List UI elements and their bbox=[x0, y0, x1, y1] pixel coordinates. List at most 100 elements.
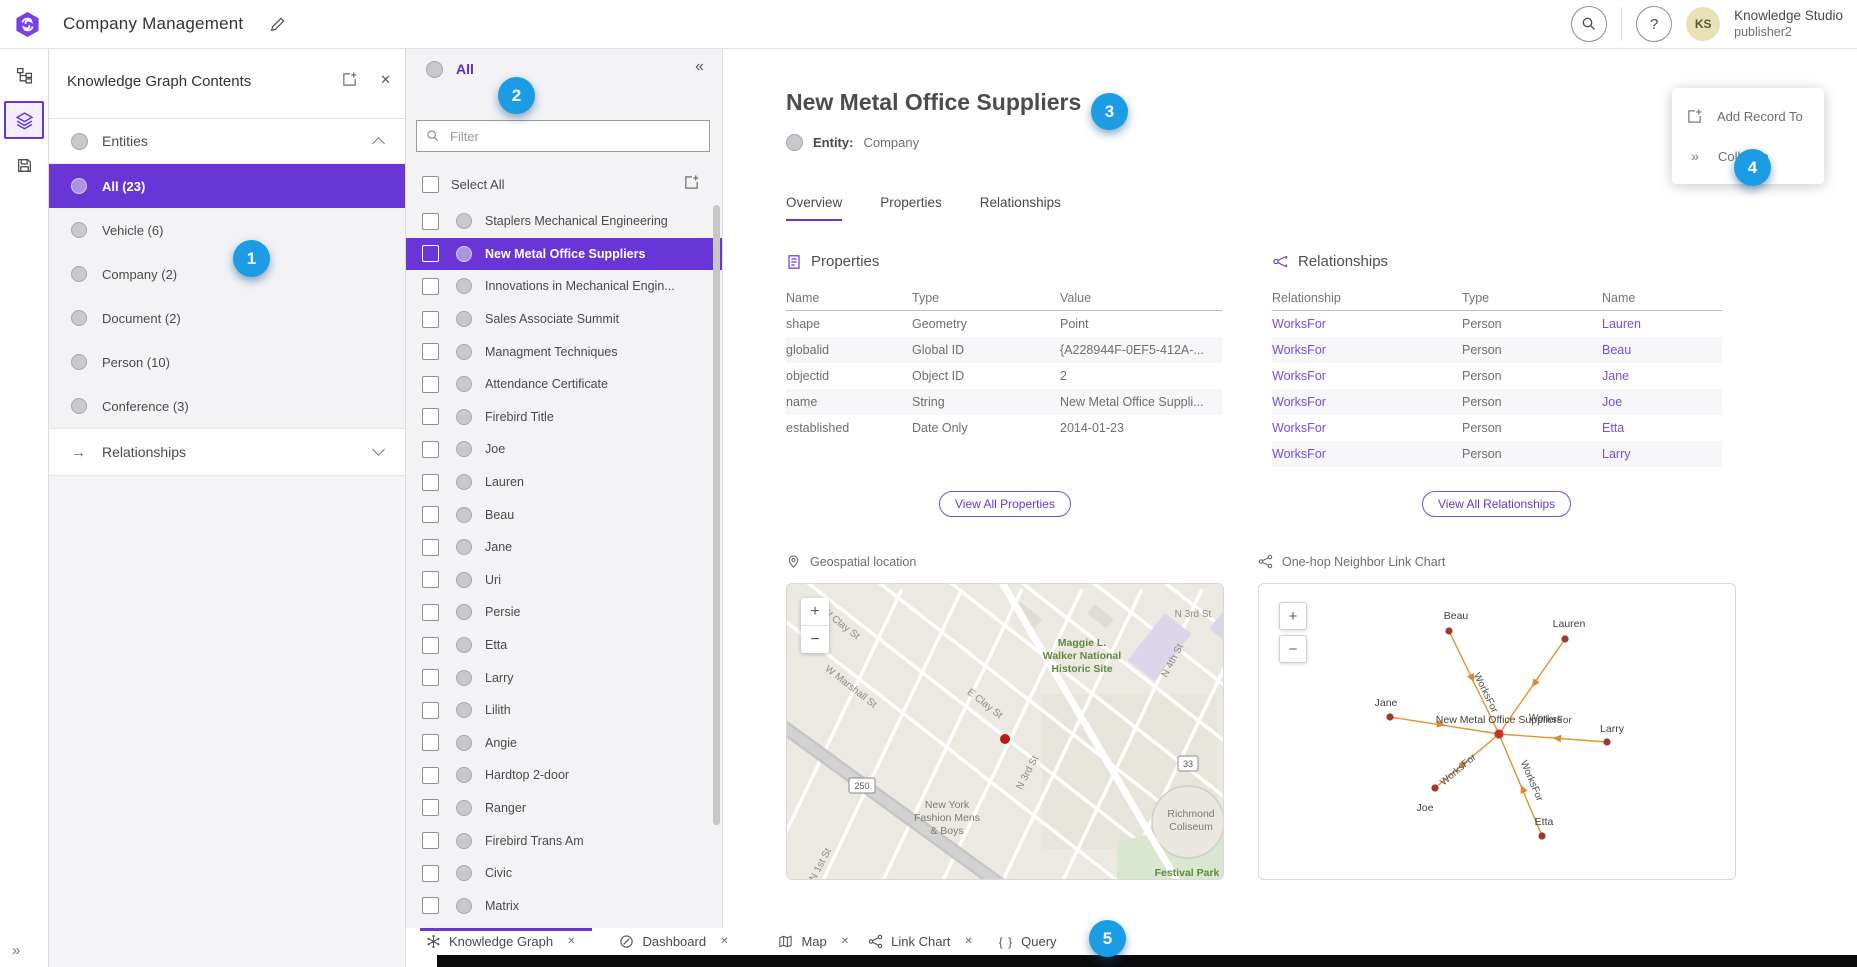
help-button[interactable]: ? bbox=[1636, 6, 1672, 42]
entities-group-header[interactable]: Entities bbox=[49, 119, 405, 164]
relationship-link[interactable]: WorksFor bbox=[1272, 343, 1462, 357]
close-tab-icon[interactable]: ✕ bbox=[720, 936, 728, 947]
item-checkbox[interactable] bbox=[422, 865, 439, 882]
tab-query[interactable]: { } Query bbox=[999, 934, 1057, 949]
entity-link[interactable]: Larry bbox=[1602, 447, 1722, 461]
account-info[interactable]: Knowledge Studio publisher2 bbox=[1734, 8, 1843, 39]
item-checkbox[interactable] bbox=[422, 832, 439, 849]
node-larry[interactable] bbox=[1603, 738, 1610, 745]
collapse-panel-icon[interactable]: « bbox=[695, 58, 704, 76]
item-checkbox[interactable] bbox=[422, 897, 439, 914]
data-model-button[interactable] bbox=[4, 56, 44, 94]
tab-properties[interactable]: Properties bbox=[880, 195, 942, 221]
layers-button[interactable] bbox=[4, 101, 44, 139]
tab-relationships[interactable]: Relationships bbox=[980, 195, 1061, 221]
item-checkbox[interactable] bbox=[422, 278, 439, 295]
item-checkbox[interactable] bbox=[422, 213, 439, 230]
select-all-checkbox[interactable] bbox=[422, 176, 439, 193]
entity-list-item[interactable]: Angie bbox=[406, 727, 722, 760]
entity-link[interactable]: Jane bbox=[1602, 369, 1722, 383]
entity-type-item[interactable]: Person (10) bbox=[49, 340, 405, 384]
entity-type-item[interactable]: Company (2) bbox=[49, 252, 405, 296]
tab-dashboard[interactable]: Dashboard ✕ bbox=[619, 934, 728, 949]
item-checkbox[interactable] bbox=[422, 637, 439, 654]
item-checkbox[interactable] bbox=[422, 669, 439, 686]
item-checkbox[interactable] bbox=[422, 734, 439, 751]
close-tab-icon[interactable]: ✕ bbox=[841, 936, 849, 947]
close-tab-icon[interactable]: ✕ bbox=[567, 936, 575, 947]
add-record-icon[interactable] bbox=[341, 71, 358, 88]
item-checkbox[interactable] bbox=[422, 767, 439, 784]
item-checkbox[interactable] bbox=[422, 408, 439, 425]
entity-list-item[interactable]: Hardtop 2-door bbox=[406, 759, 722, 792]
item-checkbox[interactable] bbox=[422, 441, 439, 458]
scrollbar-thumb[interactable] bbox=[713, 205, 720, 825]
entity-type-item[interactable]: All (23) bbox=[49, 164, 405, 208]
entity-list-item[interactable]: Ranger bbox=[406, 792, 722, 825]
entity-list-item[interactable]: Staplers Mechanical Engineering bbox=[406, 205, 722, 238]
zoom-in-button[interactable]: + bbox=[1279, 602, 1307, 630]
node-etta[interactable] bbox=[1538, 832, 1545, 839]
entity-link[interactable]: Etta bbox=[1602, 421, 1722, 435]
entity-list-item[interactable]: Etta bbox=[406, 629, 722, 662]
entity-list-item[interactable]: Civic bbox=[406, 857, 722, 890]
zoom-out-button[interactable]: − bbox=[801, 626, 829, 653]
item-checkbox[interactable] bbox=[422, 376, 439, 393]
select-all-row[interactable]: Select All bbox=[406, 170, 722, 198]
relationships-group-header[interactable]: → Relationships bbox=[49, 428, 405, 476]
tab-link-chart[interactable]: Link Chart ✕ bbox=[868, 934, 973, 949]
entity-list-item[interactable]: New Metal Office Suppliers bbox=[406, 238, 722, 271]
item-checkbox[interactable] bbox=[422, 539, 439, 556]
item-checkbox[interactable] bbox=[422, 474, 439, 491]
save-button[interactable] bbox=[4, 146, 44, 184]
relationship-link[interactable]: WorksFor bbox=[1272, 369, 1462, 383]
entity-link[interactable]: Lauren bbox=[1602, 317, 1722, 331]
add-record-icon[interactable] bbox=[683, 174, 700, 191]
relationship-link[interactable]: WorksFor bbox=[1272, 447, 1462, 461]
zoom-out-button[interactable]: − bbox=[1279, 635, 1307, 663]
entity-list-item[interactable]: Matrix bbox=[406, 889, 722, 922]
entity-list-item[interactable]: Persie bbox=[406, 596, 722, 629]
entity-list-item[interactable]: Firebird Trans Am bbox=[406, 824, 722, 857]
view-all-relationships-button[interactable]: View All Relationships bbox=[1422, 491, 1571, 517]
tab-overview[interactable]: Overview bbox=[786, 195, 842, 221]
entity-link[interactable]: Joe bbox=[1602, 395, 1722, 409]
entity-type-item[interactable]: Document (2) bbox=[49, 296, 405, 340]
menu-item-add-record-to[interactable]: Add Record To bbox=[1672, 96, 1824, 136]
map-card[interactable]: + − bbox=[786, 583, 1224, 880]
entity-list-item[interactable]: Larry bbox=[406, 661, 722, 694]
entity-list-item[interactable]: Joe bbox=[406, 433, 722, 466]
expand-rail-icon[interactable]: » bbox=[12, 942, 20, 959]
node-lauren[interactable] bbox=[1561, 635, 1568, 642]
avatar[interactable]: KS bbox=[1686, 7, 1720, 41]
item-checkbox[interactable] bbox=[422, 604, 439, 621]
relationship-link[interactable]: WorksFor bbox=[1272, 395, 1462, 409]
tab-map[interactable]: Map ✕ bbox=[778, 934, 849, 949]
close-tab-icon[interactable]: ✕ bbox=[964, 936, 972, 947]
entity-list-item[interactable]: Firebird Title bbox=[406, 401, 722, 434]
entity-list-item[interactable]: Uri bbox=[406, 564, 722, 597]
entity-list-item[interactable]: Jane bbox=[406, 531, 722, 564]
node-joe[interactable] bbox=[1431, 784, 1438, 791]
entity-list-item[interactable]: Managment Techniques bbox=[406, 335, 722, 368]
node-center[interactable] bbox=[1494, 729, 1503, 738]
node-beau[interactable] bbox=[1445, 627, 1452, 634]
zoom-in-button[interactable]: + bbox=[801, 598, 829, 626]
item-checkbox[interactable] bbox=[422, 245, 439, 262]
item-checkbox[interactable] bbox=[422, 506, 439, 523]
edit-title-icon[interactable] bbox=[269, 16, 286, 33]
entity-list-item[interactable]: Beau bbox=[406, 498, 722, 531]
filter-input[interactable] bbox=[448, 128, 709, 145]
item-checkbox[interactable] bbox=[422, 343, 439, 360]
search-button[interactable] bbox=[1571, 6, 1607, 42]
view-all-properties-button[interactable]: View All Properties bbox=[939, 491, 1071, 517]
entity-list-item[interactable]: Lauren bbox=[406, 466, 722, 499]
entity-list-item[interactable]: Attendance Certificate bbox=[406, 368, 722, 401]
entity-list-item[interactable]: Innovations in Mechanical Engin... bbox=[406, 270, 722, 303]
close-panel-icon[interactable]: ✕ bbox=[380, 72, 391, 88]
node-jane[interactable] bbox=[1386, 713, 1393, 720]
entity-link[interactable]: Beau bbox=[1602, 343, 1722, 357]
relationship-link[interactable]: WorksFor bbox=[1272, 317, 1462, 331]
item-checkbox[interactable] bbox=[422, 702, 439, 719]
item-checkbox[interactable] bbox=[422, 571, 439, 588]
